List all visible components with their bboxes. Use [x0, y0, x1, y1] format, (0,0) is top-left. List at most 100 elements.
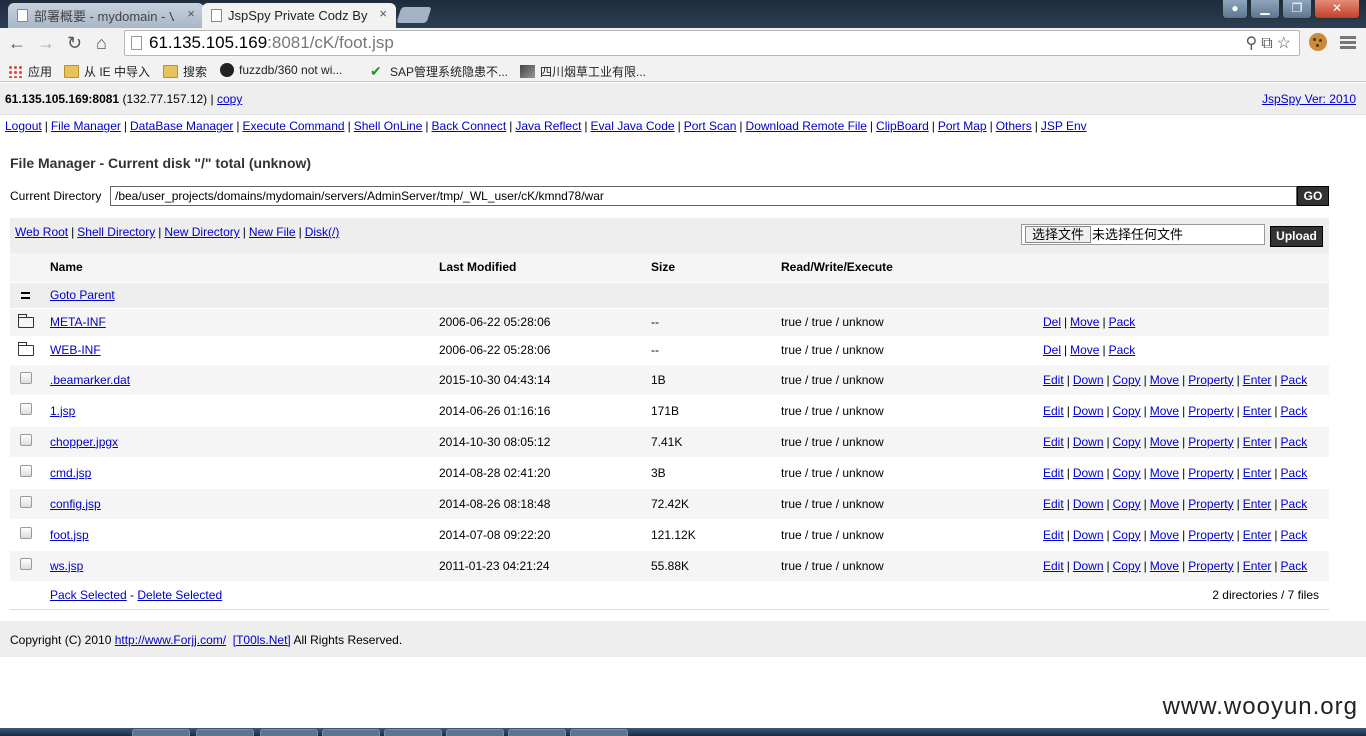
action-property[interactable]: Property — [1188, 404, 1233, 418]
menu-link-execute-command[interactable]: Execute Command — [243, 119, 345, 133]
action-down[interactable]: Down — [1073, 497, 1104, 511]
action-down[interactable]: Down — [1073, 559, 1104, 573]
forjj-link[interactable]: http://www.Forjj.com/ — [115, 633, 226, 647]
file-name-link[interactable]: 1.jsp — [50, 404, 75, 418]
file-select-checkbox[interactable] — [20, 558, 32, 570]
action-pack[interactable]: Pack — [1281, 559, 1308, 573]
file-name-link[interactable]: .beamarker.dat — [50, 373, 130, 387]
action-move[interactable]: Move — [1150, 559, 1179, 573]
upload-file-input[interactable]: 选择文件 未选择任何文件 — [1021, 224, 1265, 245]
action-property[interactable]: Property — [1188, 435, 1233, 449]
action-down[interactable]: Down — [1073, 435, 1104, 449]
file-select-checkbox[interactable] — [20, 372, 32, 384]
action-edit[interactable]: Edit — [1043, 497, 1064, 511]
taskbar-button[interactable] — [384, 729, 442, 736]
file-select-checkbox[interactable] — [20, 465, 32, 477]
tab-close-icon[interactable]: × — [379, 6, 387, 21]
bookmark-sichuan[interactable]: 四川烟草工业有限... — [520, 63, 646, 80]
action-move[interactable]: Move — [1150, 373, 1179, 387]
action-enter[interactable]: Enter — [1243, 404, 1272, 418]
bookmark-sap[interactable]: ✔ SAP管理系统隐患不... — [370, 63, 508, 80]
action-down[interactable]: Down — [1073, 528, 1104, 542]
action-edit[interactable]: Edit — [1043, 373, 1064, 387]
bookmark-import-ie[interactable]: 从 IE 中导入 — [64, 63, 150, 80]
pack-selected-link[interactable]: Pack Selected — [50, 588, 127, 602]
delete-selected-link[interactable]: Delete Selected — [137, 588, 222, 602]
choose-file-button[interactable]: 选择文件 — [1025, 226, 1092, 243]
action-property[interactable]: Property — [1188, 528, 1233, 542]
action-move[interactable]: Move — [1150, 404, 1179, 418]
menu-link-port-scan[interactable]: Port Scan — [684, 119, 737, 133]
menu-link-java-reflect[interactable]: Java Reflect — [515, 119, 581, 133]
action-property[interactable]: Property — [1188, 497, 1233, 511]
action-pack[interactable]: Pack — [1109, 315, 1136, 329]
action-enter[interactable]: Enter — [1243, 528, 1272, 542]
action-move[interactable]: Move — [1070, 315, 1099, 329]
file-name-link[interactable]: config.jsp — [50, 497, 101, 511]
action-copy[interactable]: Copy — [1113, 435, 1141, 449]
new-tab-button[interactable] — [396, 7, 432, 23]
directory-name-link[interactable]: WEB-INF — [50, 343, 101, 357]
bookmark-star-icon[interactable]: ⚲⧉☆ — [1246, 32, 1296, 56]
menu-link-download-remote-file[interactable]: Download Remote File — [746, 119, 867, 133]
menu-link-file-manager[interactable]: File Manager — [51, 119, 121, 133]
file-name-link[interactable]: foot.jsp — [50, 528, 89, 542]
taskbar-button[interactable] — [322, 729, 380, 736]
bookmark-apps[interactable]: 应用 — [8, 63, 52, 80]
quick-link-new-directory[interactable]: New Directory — [164, 225, 239, 239]
action-pack[interactable]: Pack — [1281, 435, 1308, 449]
taskbar-button[interactable] — [260, 729, 318, 736]
menu-link-others[interactable]: Others — [996, 119, 1032, 133]
menu-link-back-connect[interactable]: Back Connect — [432, 119, 507, 133]
quick-link-web-root[interactable]: Web Root — [15, 225, 68, 239]
upload-button[interactable]: Upload — [1270, 226, 1323, 247]
file-name-link[interactable]: ws.jsp — [50, 559, 83, 573]
bookmark-fuzzdb[interactable]: fuzzdb/360 not wi... — [220, 63, 342, 77]
action-pack[interactable]: Pack — [1281, 528, 1308, 542]
action-del[interactable]: Del — [1043, 315, 1061, 329]
copy-link[interactable]: copy — [217, 92, 242, 106]
tab-close-icon[interactable]: × — [187, 6, 195, 21]
action-pack[interactable]: Pack — [1281, 404, 1308, 418]
quick-link-shell-directory[interactable]: Shell Directory — [77, 225, 155, 239]
goto-parent-link[interactable]: Goto Parent — [50, 288, 115, 302]
action-copy[interactable]: Copy — [1113, 559, 1141, 573]
back-arrow-icon[interactable]: ← — [8, 32, 26, 54]
window-close-icon[interactable]: ✕ — [1314, 0, 1360, 19]
minimize-icon[interactable]: ▁ — [1250, 0, 1280, 19]
action-pack[interactable]: Pack — [1281, 373, 1308, 387]
action-move[interactable]: Move — [1150, 435, 1179, 449]
action-move[interactable]: Move — [1150, 497, 1179, 511]
action-edit[interactable]: Edit — [1043, 559, 1064, 573]
action-enter[interactable]: Enter — [1243, 373, 1272, 387]
file-select-checkbox[interactable] — [20, 496, 32, 508]
maximize-icon[interactable]: ❐ — [1282, 0, 1312, 19]
menu-link-jsp-env[interactable]: JSP Env — [1041, 119, 1087, 133]
action-edit[interactable]: Edit — [1043, 528, 1064, 542]
action-move[interactable]: Move — [1070, 343, 1099, 357]
taskbar-button[interactable] — [132, 729, 190, 736]
browser-tab-deploy[interactable]: 部署概要 - mydomain - V × — [8, 3, 204, 28]
home-icon[interactable]: ⌂ — [96, 32, 107, 54]
cookie-extension-icon[interactable] — [1309, 33, 1327, 51]
directory-name-link[interactable]: META-INF — [50, 315, 106, 329]
menu-link-database-manager[interactable]: DataBase Manager — [130, 119, 233, 133]
taskbar-button[interactable] — [508, 729, 566, 736]
file-select-checkbox[interactable] — [20, 403, 32, 415]
action-edit[interactable]: Edit — [1043, 466, 1064, 480]
action-copy[interactable]: Copy — [1113, 466, 1141, 480]
menu-link-logout[interactable]: Logout — [5, 119, 42, 133]
action-pack[interactable]: Pack — [1281, 497, 1308, 511]
action-property[interactable]: Property — [1188, 559, 1233, 573]
action-enter[interactable]: Enter — [1243, 466, 1272, 480]
file-select-checkbox[interactable] — [20, 434, 32, 446]
menu-link-eval-java-code[interactable]: Eval Java Code — [591, 119, 675, 133]
forward-arrow-icon[interactable]: → — [37, 32, 55, 54]
taskbar-button[interactable] — [446, 729, 504, 736]
action-copy[interactable]: Copy — [1113, 373, 1141, 387]
taskbar-button[interactable] — [196, 729, 254, 736]
action-del[interactable]: Del — [1043, 343, 1061, 357]
go-button[interactable]: GO — [1297, 186, 1329, 206]
current-directory-input[interactable]: /bea/user_projects/domains/mydomain/serv… — [110, 186, 1297, 206]
action-property[interactable]: Property — [1188, 466, 1233, 480]
